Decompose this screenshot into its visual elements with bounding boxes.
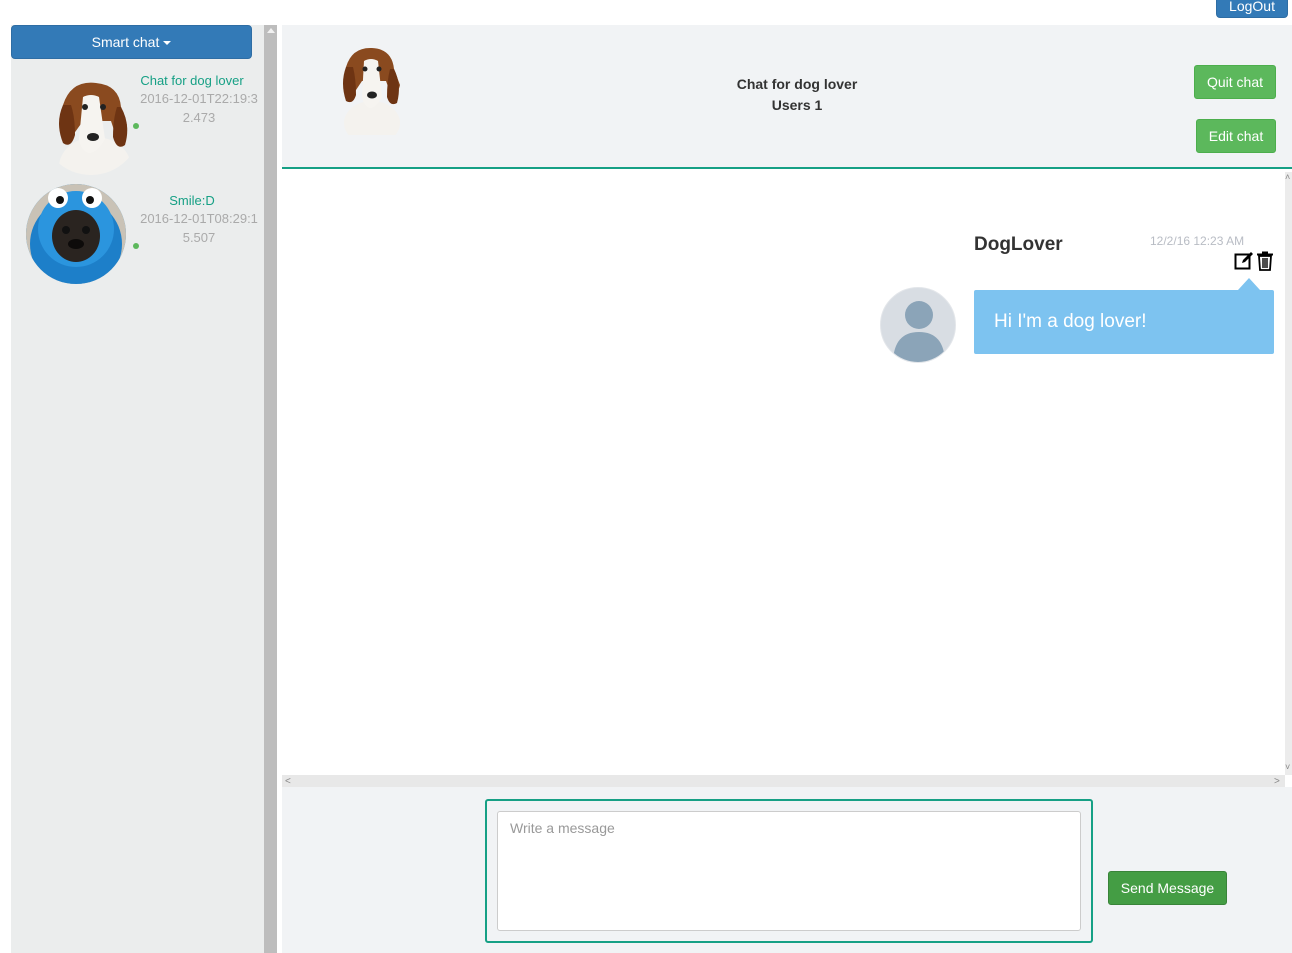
chat-name: Chat for dog lover <box>140 73 244 88</box>
trash-icon[interactable] <box>1256 251 1274 271</box>
chat-avatar <box>26 184 126 284</box>
edit-chat-button[interactable]: Edit chat <box>1196 119 1276 153</box>
app-root: LogOut Smart chat Chat for dog lover 201… <box>0 0 1292 953</box>
cookie-monster-pug-avatar <box>26 184 126 284</box>
composer-frame <box>485 799 1093 943</box>
chat-name: Smile:D <box>169 193 215 208</box>
message-tools <box>1234 250 1274 272</box>
message-timestamp: 12/2/16 12:23 AM <box>1150 234 1245 248</box>
logout-button[interactable]: LogOut <box>1216 0 1288 18</box>
chat-avatar-beagle-icon <box>343 47 400 135</box>
message-user-avatar <box>880 287 956 363</box>
chat-panel: Chat for dog lover Users 1 Quit chat Edi… <box>282 25 1292 953</box>
quit-chat-button[interactable]: Quit chat <box>1194 65 1276 99</box>
sidebar-chat-item[interactable]: Smile:D 2016-12-01T08:29:15.507 <box>11 184 264 300</box>
beagle-avatar <box>59 82 131 175</box>
message-username: DogLover <box>974 234 1063 255</box>
chat-avatar <box>41 75 141 175</box>
sidebar: Smart chat Chat for dog lover 2016-12-01… <box>11 25 264 953</box>
sidebar-scrollbar[interactable] <box>264 25 277 953</box>
message-input[interactable] <box>497 811 1081 931</box>
chat-header: Chat for dog lover Users 1 Quit chat Edi… <box>282 25 1292 169</box>
message-composer: Send Message <box>282 787 1292 953</box>
chat-title: Chat for dog lover <box>736 76 858 92</box>
caret-down-icon <box>163 41 172 46</box>
app-menu-label: Smart chat <box>91 34 160 50</box>
scroll-right-arrow-icon[interactable]: > <box>1274 776 1280 787</box>
user-silhouette-icon <box>893 301 945 362</box>
send-message-button[interactable]: Send Message <box>1108 871 1227 905</box>
scroll-down-arrow-icon[interactable]: ˅ <box>1285 762 1290 772</box>
scroll-up-arrow-icon[interactable]: ˄ <box>1285 172 1290 182</box>
scroll-left-arrow-icon[interactable]: < <box>285 776 291 787</box>
scroll-up-arrow-icon[interactable] <box>267 28 275 33</box>
edit-icon[interactable] <box>1234 251 1254 271</box>
sidebar-chat-item[interactable]: Chat for dog lover 2016-12-01T22:19:32.4… <box>11 70 264 180</box>
bubble-tip <box>1238 278 1260 290</box>
message-list[interactable]: DogLover 12/2/16 12:23 AM Hi I'm a dog l… <box>282 172 1285 775</box>
app-menu-dropdown[interactable]: Smart chat <box>11 25 252 59</box>
chat-date: 2016-12-01T22:19:32.473 <box>140 91 258 125</box>
messages-horizontal-scrollbar[interactable]: < > <box>282 775 1285 787</box>
message-bubble: Hi I'm a dog lover! <box>974 290 1274 354</box>
messages-vertical-scrollbar[interactable]: ˄ ˅ <box>1285 172 1292 775</box>
chat-date: 2016-12-01T08:29:15.507 <box>140 211 258 245</box>
chat-users-count: Users 1 <box>771 97 823 113</box>
